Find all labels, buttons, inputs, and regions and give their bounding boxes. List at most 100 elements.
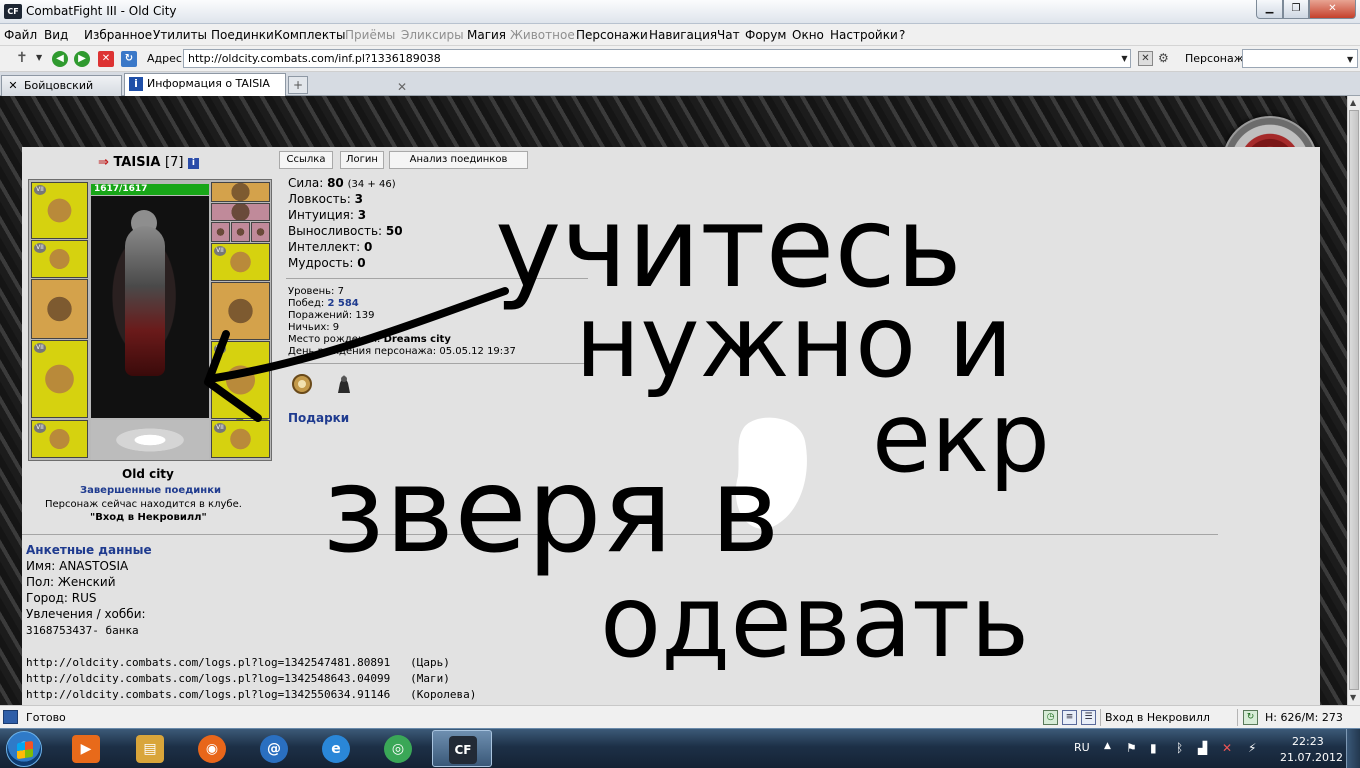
ring-slot-2[interactable] (231, 222, 250, 242)
back-icon[interactable]: ◀ (52, 51, 68, 67)
boots-slot[interactable]: VII (211, 420, 270, 458)
gloves-slot[interactable]: VII (211, 243, 270, 281)
armor-slot[interactable]: VII (31, 340, 88, 418)
list-icon[interactable]: ☰ (1081, 710, 1096, 725)
power-icon[interactable]: ⚡ (1248, 741, 1256, 755)
menu-navigation[interactable]: Навигация (649, 28, 717, 42)
menu-favorites[interactable]: Избранное (84, 28, 152, 42)
menu-characters[interactable]: Персонажи (576, 28, 648, 42)
info-wins: Побед: 2 584 (288, 298, 359, 309)
bluetooth-icon[interactable]: ᛒ (1176, 741, 1183, 755)
menu-techniques[interactable]: Приёмы (345, 28, 395, 42)
log-url[interactable]: http://oldcity.combats.com/logs.pl?log=1… (26, 672, 390, 685)
earring-slot[interactable] (211, 182, 270, 202)
scrollbar-thumb[interactable] (1349, 110, 1359, 690)
dropdown-arrow-icon[interactable]: ▼ (36, 53, 42, 62)
character-dropdown-icon[interactable]: ▼ (1347, 55, 1353, 64)
start-button[interactable] (6, 731, 42, 767)
vertical-scrollbar[interactable]: ▲ ▼ (1347, 96, 1360, 705)
leggings-slot[interactable]: VII (211, 341, 270, 419)
menu-fights[interactable]: Поединки (211, 28, 274, 42)
hp-bar: 1617/1617 (91, 184, 209, 195)
helmet-slot[interactable]: VII (31, 182, 88, 239)
close-button[interactable]: ✕ (1309, 0, 1356, 19)
refresh-status-icon[interactable]: ↻ (1243, 710, 1258, 725)
menu-help[interactable]: ? (899, 28, 905, 42)
log-url[interactable]: http://oldcity.combats.com/logs.pl?log=1… (26, 688, 390, 701)
scroll-down-icon[interactable]: ▼ (1350, 693, 1356, 702)
gears-icon[interactable]: ⚙ (1158, 51, 1176, 66)
usb-icon[interactable]: ▮ (1150, 741, 1157, 755)
page-content: ✊ ⇒ TAISIA [7] i VII VII VII VII 1617/16… (0, 96, 1347, 705)
new-tab-button[interactable]: + (288, 76, 308, 94)
wins-value: 2 584 (327, 298, 359, 309)
menu-file[interactable]: Файл (4, 28, 37, 42)
show-desktop-button[interactable] (1346, 729, 1360, 768)
volume-muted-icon[interactable]: ✕ (1222, 741, 1232, 755)
ring-slot-3[interactable] (251, 222, 270, 242)
forward-icon[interactable]: ▶ (74, 51, 90, 67)
taskbar-media-player[interactable]: ▶ (56, 730, 116, 767)
clock-time[interactable]: 22:23 (1292, 735, 1324, 748)
character-select[interactable] (1242, 49, 1358, 68)
log-url[interactable]: http://oldcity.combats.com/logs.pl?log=1… (26, 656, 390, 669)
stat-strength: Сила: 80 (34 + 46) (288, 176, 396, 190)
stats-divider (286, 278, 588, 279)
weapon-slot[interactable] (31, 279, 88, 339)
menu-window[interactable]: Окно (792, 28, 824, 42)
character-portrait[interactable] (91, 196, 269, 430)
taskbar-firefox[interactable]: ◉ (182, 730, 242, 767)
menu-bar: Файл Вид Избранное Утилиты Поединки Комп… (0, 24, 1360, 46)
menu-utilities[interactable]: Утилиты (153, 28, 207, 42)
taskbar-email[interactable]: @ (244, 730, 304, 767)
tab-close-icon[interactable]: ✕ (397, 78, 407, 97)
status-text: Готово (26, 711, 66, 724)
status-bar: Готово ◷ ≡ ☰ Вход в Некровилл ↻ Н: 626/М… (0, 705, 1360, 728)
compass-icon[interactable] (290, 371, 314, 395)
maximize-button[interactable]: ❐ (1283, 0, 1309, 19)
taskbar-explorer[interactable]: ▤ (120, 730, 180, 767)
network-icon[interactable]: ▟ (1198, 741, 1207, 755)
menu-animal[interactable]: Животное (510, 28, 575, 42)
shield-slot[interactable] (211, 282, 270, 340)
belt-slot[interactable]: VII (31, 420, 88, 458)
clock-icon[interactable]: ◷ (1043, 710, 1058, 725)
menu-sets[interactable]: Комплекты (274, 28, 346, 42)
fight-analysis-button[interactable]: Анализ поединков (389, 151, 528, 169)
link-button[interactable]: Ссылка (279, 151, 333, 169)
menu-elixirs[interactable]: Эликсиры (401, 28, 464, 42)
folder-icon: ▤ (136, 735, 164, 763)
tab-fight-club[interactable]: ✕ Бойцовский клуб (1, 75, 122, 111)
taskbar-chrome[interactable]: ◎ (368, 730, 428, 767)
menu-chat[interactable]: Чат (717, 28, 740, 42)
document-icon[interactable]: ≡ (1062, 710, 1077, 725)
menu-view[interactable]: Вид (44, 28, 68, 42)
menu-settings[interactable]: Настройки (830, 28, 898, 42)
gifts-link[interactable]: Подарки (288, 411, 349, 425)
log-tag: (Царь) (410, 656, 450, 669)
taskbar-combatfight[interactable]: CF (432, 730, 492, 767)
language-indicator[interactable]: RU (1074, 741, 1090, 754)
knight-icon[interactable] (332, 371, 356, 395)
scroll-up-icon[interactable]: ▲ (1350, 98, 1356, 107)
menu-magic[interactable]: Магия (467, 28, 506, 42)
refresh-icon[interactable]: ↻ (121, 51, 137, 67)
flag-icon[interactable]: ⚑ (1126, 741, 1137, 755)
stop-icon[interactable]: ✕ (98, 51, 114, 67)
address-dropdown-icon[interactable]: ▼ (1119, 50, 1130, 67)
character-info-icon[interactable]: i (187, 158, 199, 169)
login-button[interactable]: Логин (340, 151, 384, 169)
amulet-slot[interactable] (211, 203, 270, 221)
tab-info-taisia[interactable]: i Информация о TAISIA ✕ (124, 73, 407, 96)
finished-fights-link[interactable]: Завершенные поединки (80, 485, 221, 496)
tray-expand-icon[interactable]: ▲ (1104, 741, 1111, 751)
taskbar-ie[interactable]: e (306, 730, 366, 767)
clear-icon[interactable]: ✕ (1138, 51, 1153, 66)
minimize-button[interactable]: ▁ (1256, 0, 1283, 19)
address-input[interactable]: http://oldcity.combats.com/inf.pl?133618… (183, 49, 1131, 68)
clock-date[interactable]: 21.07.2012 (1280, 751, 1343, 764)
pin-icon[interactable]: ✝ (16, 50, 28, 66)
ring-slot-1[interactable] (211, 222, 230, 242)
menu-forum[interactable]: Форум (745, 28, 786, 42)
bracers-slot[interactable]: VII (31, 240, 88, 278)
